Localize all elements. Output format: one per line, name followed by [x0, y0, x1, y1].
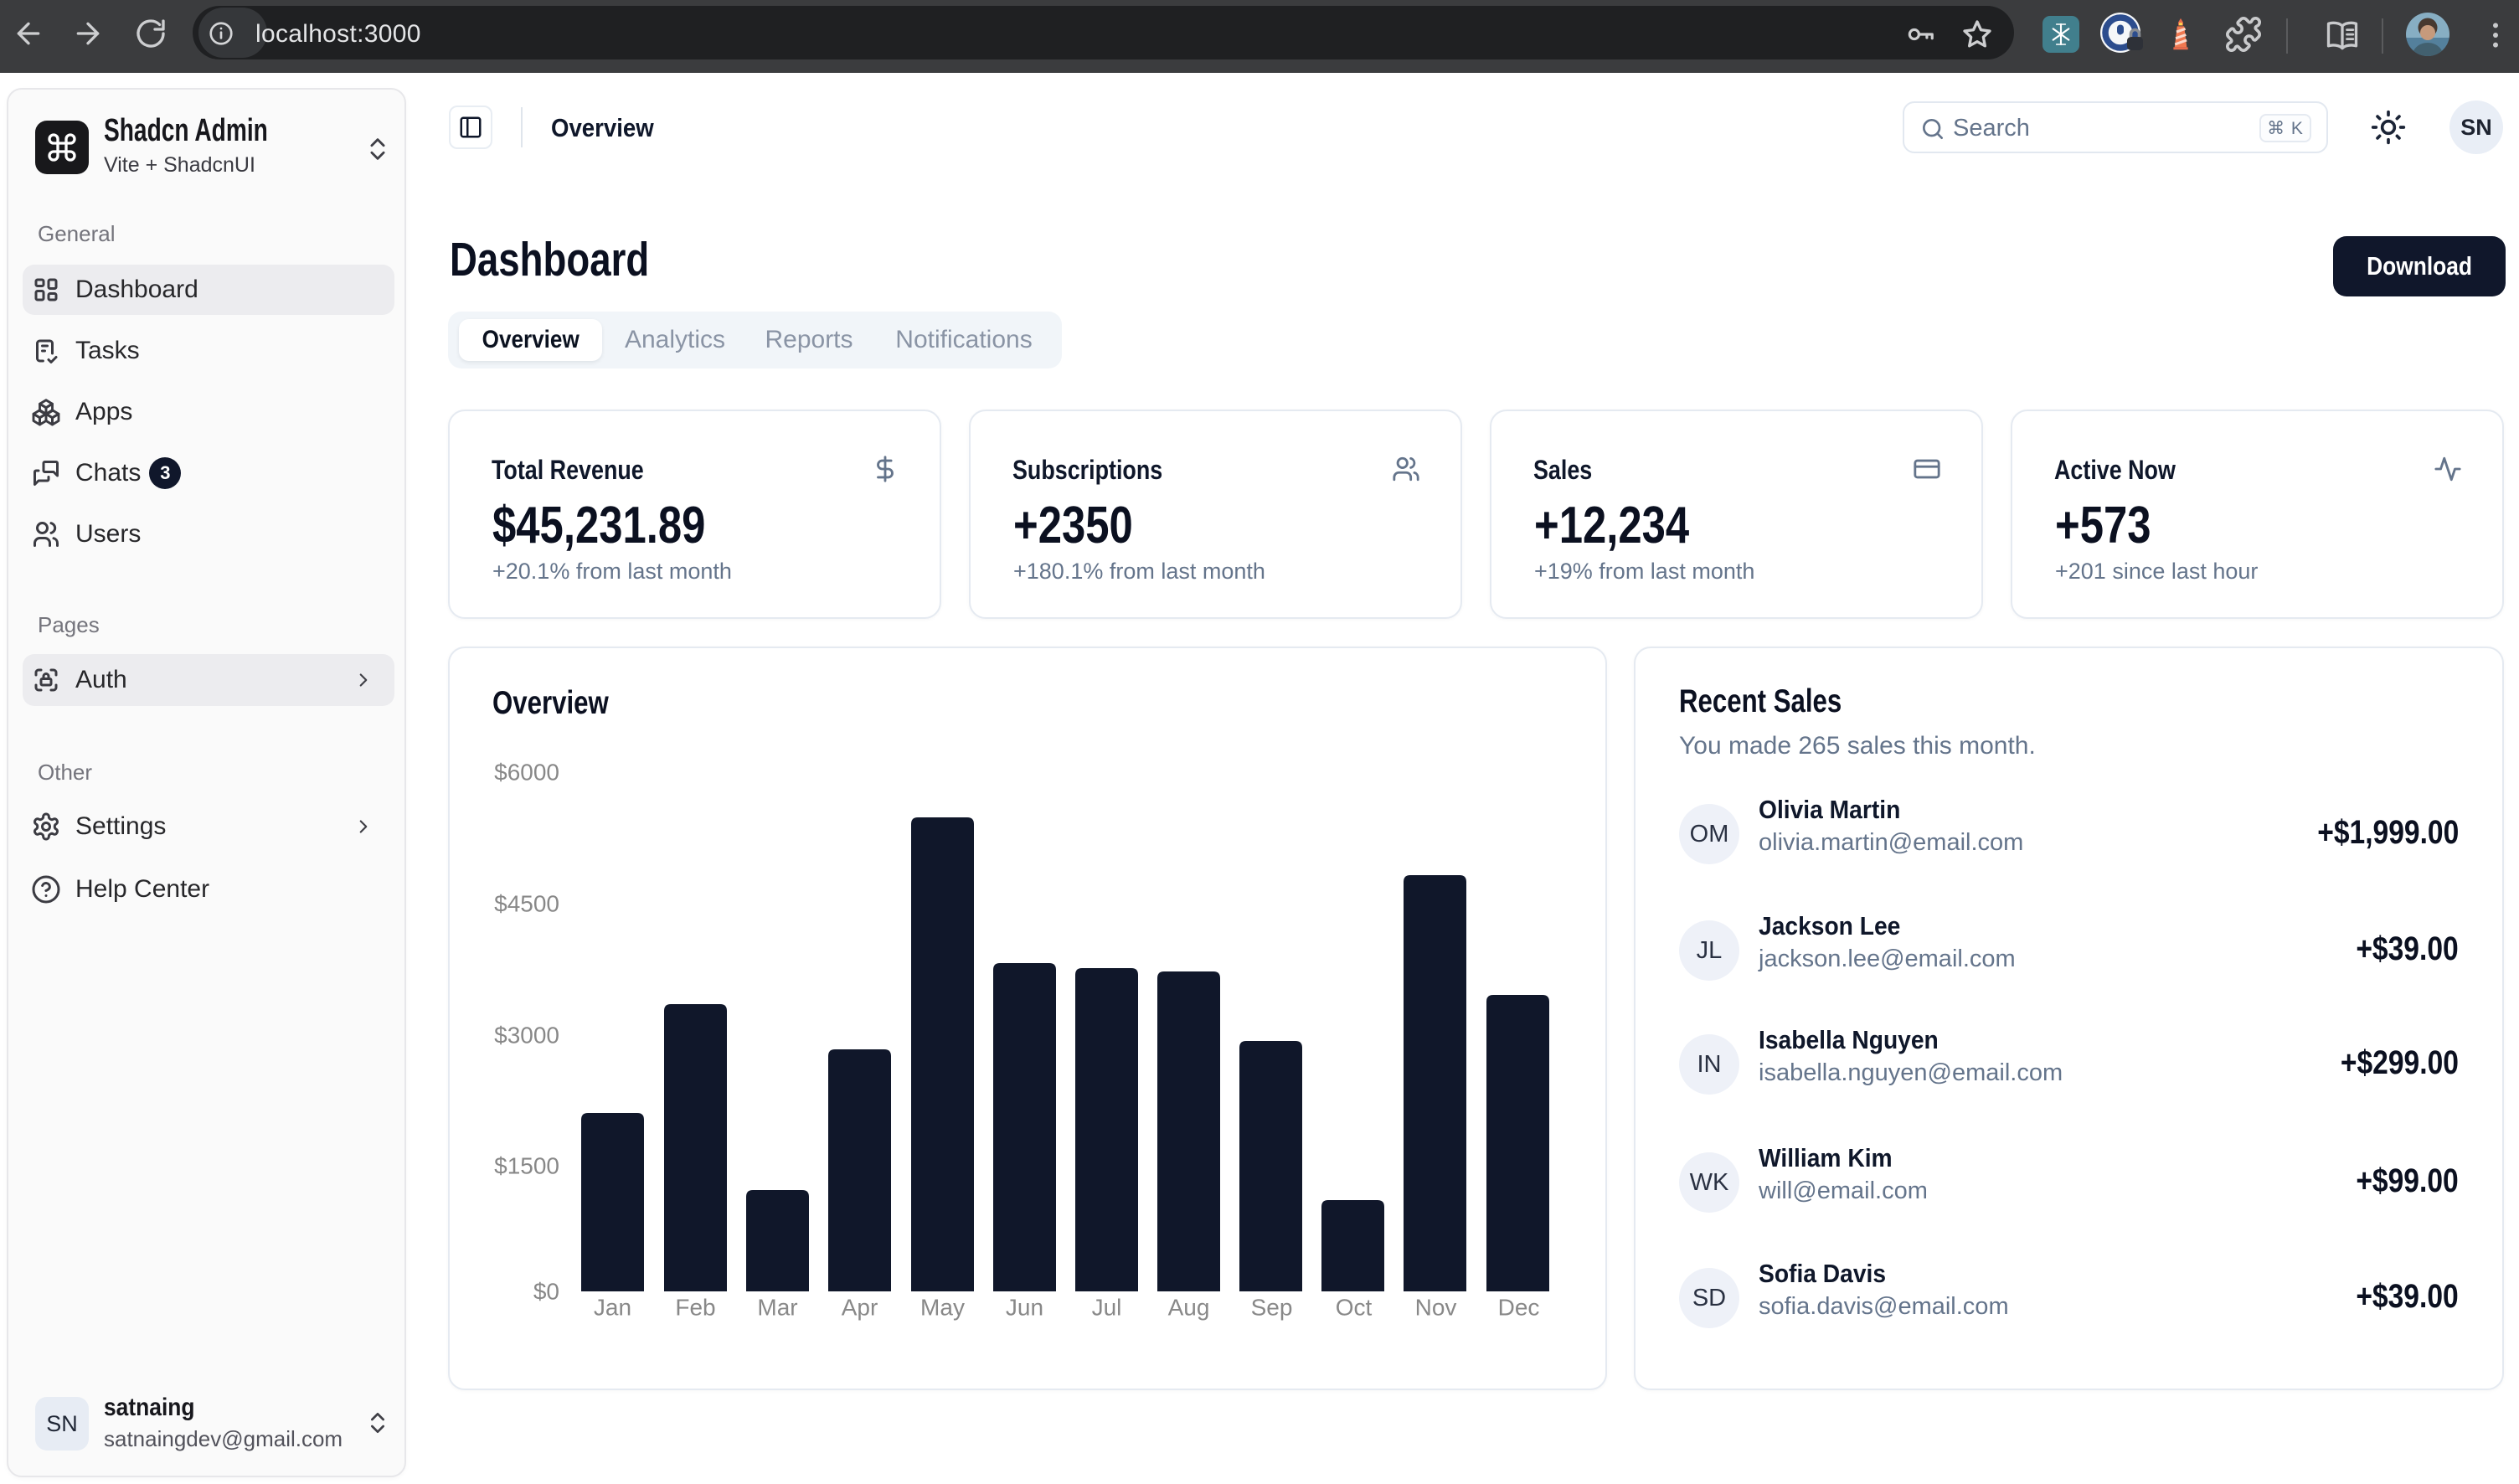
svg-text:Feb: Feb	[675, 1295, 715, 1321]
svg-text:Oct: Oct	[1336, 1295, 1373, 1321]
svg-text:Sep: Sep	[1251, 1295, 1293, 1321]
svg-text:Dec: Dec	[1498, 1295, 1540, 1321]
svg-text:Aug: Aug	[1168, 1295, 1210, 1321]
svg-text:May: May	[920, 1295, 965, 1321]
svg-text:$0: $0	[533, 1279, 559, 1305]
svg-text:Apr: Apr	[842, 1295, 878, 1321]
svg-text:Jul: Jul	[1092, 1295, 1122, 1321]
svg-text:$4500: $4500	[494, 891, 559, 917]
svg-text:Mar: Mar	[757, 1295, 797, 1321]
svg-text:$3000: $3000	[494, 1023, 559, 1049]
svg-text:Nov: Nov	[1415, 1295, 1457, 1321]
svg-text:$6000: $6000	[494, 760, 559, 786]
svg-text:Jan: Jan	[594, 1295, 631, 1321]
svg-text:$1500: $1500	[494, 1153, 559, 1179]
svg-text:Jun: Jun	[1006, 1295, 1043, 1321]
